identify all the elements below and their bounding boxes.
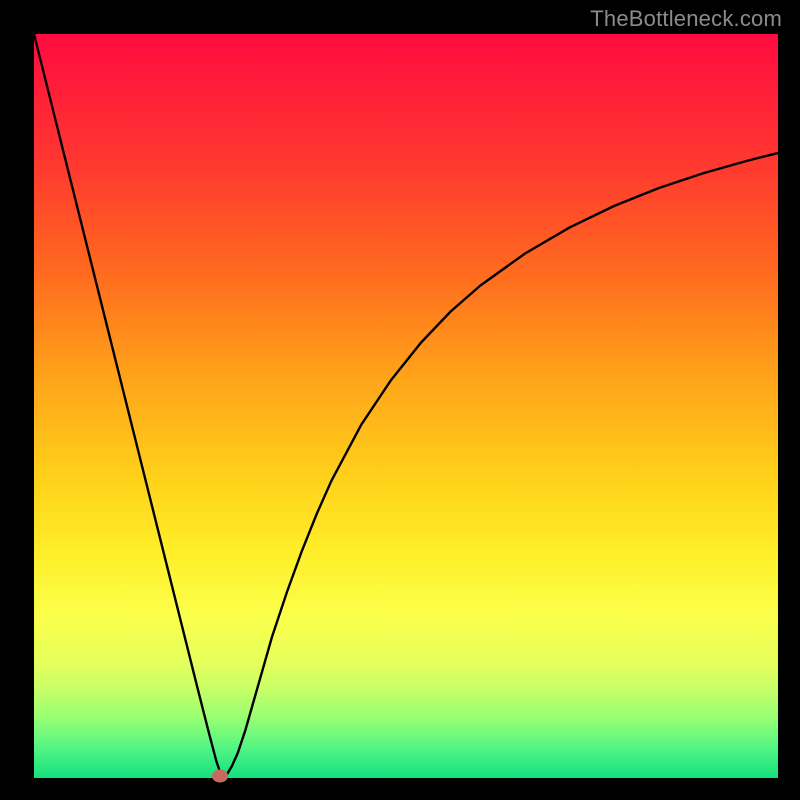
bottleneck-curve [34,34,778,778]
optimum-marker [212,769,228,782]
watermark-text: TheBottleneck.com [590,6,782,32]
chart-frame: TheBottleneck.com [0,0,800,800]
plot-area [34,34,778,778]
